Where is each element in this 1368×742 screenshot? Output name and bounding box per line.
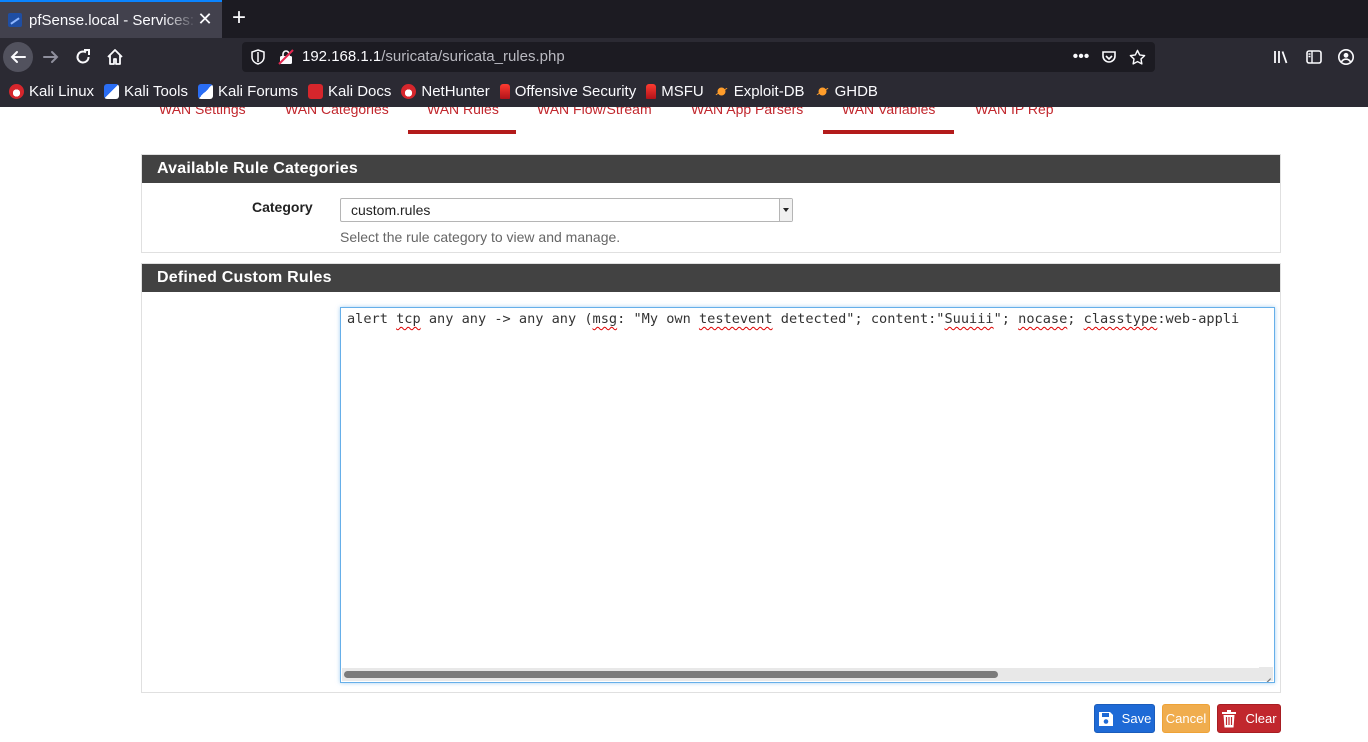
reload-icon [76,49,90,64]
url-actions: ••• [1069,46,1149,68]
active-tab-indicator [408,130,516,134]
reload-button[interactable] [68,42,98,72]
bookmark-exploit-db[interactable]: Exploit-DB [713,83,805,100]
bookmark-nethunter[interactable]: NetHunter [401,83,490,100]
tab-wan-ip-rep[interactable]: WAN IP Rep [975,107,1054,117]
tab-wan-settings[interactable]: WAN Settings [159,107,246,117]
tab-wan-rules[interactable]: WAN Rules [427,107,499,117]
save-label: Save [1121,711,1152,726]
bookmark-ghdb[interactable]: GHDB [814,83,878,100]
url-host: 192.168.1.1 [302,48,382,65]
panel-title: Defined Custom Rules [142,264,1280,292]
browser-tab-strip: pfSense.local - Services: S ✕ + [0,0,1368,38]
sidebar-button[interactable] [1299,42,1329,72]
custom-rules-textarea[interactable]: alert tcp any any -> any any (msg: "My o… [340,307,1275,683]
bookmark-label: Kali Forums [217,83,299,100]
save-icon [1098,711,1113,726]
kali-tools-icon [104,84,120,99]
clear-label: Clear [1245,711,1277,726]
msfu-icon [646,84,657,99]
rule-categories-panel: Available Rule Categories Category custo… [141,154,1281,253]
clear-button[interactable]: Clear [1217,704,1281,733]
bookmark-kali-linux[interactable]: Kali Linux [9,83,94,100]
bookmark-label: Offensive Security [514,83,637,100]
browser-navigation-bar: 192.168.1.1/suricata/suricata_rules.php … [0,38,1368,76]
insecure-lock-icon[interactable] [278,49,294,65]
home-icon [107,49,123,65]
kali-dragon-icon [9,84,24,99]
back-button[interactable] [3,42,33,72]
tracking-shield-icon[interactable] [250,49,266,65]
bookmark-label: Kali Tools [124,83,188,100]
offsec-icon [499,84,510,99]
tab-wan-categories[interactable]: WAN Categories [285,107,389,117]
cancel-button[interactable]: Cancel [1162,704,1210,733]
category-selected-value: custom.rules [351,202,431,218]
kali-docs-icon [308,84,324,99]
bookmark-label: Exploit-DB [733,83,805,100]
ghdb-icon [814,84,830,99]
bookmark-kali-docs[interactable]: Kali Docs [308,83,391,100]
account-button[interactable] [1331,42,1361,72]
bookmark-kali-forums[interactable]: Kali Forums [197,83,299,100]
bookmark-label: Kali Docs [328,83,392,100]
forward-button[interactable] [36,42,66,72]
pocket-icon[interactable] [1097,46,1121,68]
exploit-db-icon [713,84,729,99]
category-help-text: Select the rule category to view and man… [340,229,621,245]
rule-line: alert tcp any any -> any any (msg: "My o… [347,311,1240,327]
bookmarks-toolbar: Kali Linux Kali Tools Kali Forums Kali D… [0,76,1368,107]
dropdown-arrow-icon[interactable] [779,199,792,221]
bookmark-label: NetHunter [421,83,490,100]
account-icon [1338,49,1354,65]
kali-forums-icon [197,84,213,99]
bookmark-msfu[interactable]: MSFU [646,83,704,100]
nethunter-icon [401,84,417,99]
interface-subtabs: WAN Settings WAN Categories WAN Rules WA… [141,107,1281,134]
horizontal-scrollbar[interactable] [342,668,1259,681]
library-button[interactable] [1266,42,1296,72]
tab-wan-variables[interactable]: WAN Variables [842,107,935,117]
library-icon [1274,51,1288,64]
home-button[interactable] [100,42,130,72]
bookmark-kali-tools[interactable]: Kali Tools [104,83,188,100]
back-arrow-icon [10,51,26,63]
trash-icon [1222,709,1237,727]
bookmark-label: GHDB [834,83,878,100]
bookmark-label: MSFU [661,83,704,100]
close-tab-icon[interactable]: ✕ [196,10,214,28]
page-actions-icon[interactable]: ••• [1069,46,1093,68]
panel-title: Available Rule Categories [142,155,1280,183]
resize-handle-icon[interactable] [1259,667,1273,681]
browser-tab-active[interactable]: pfSense.local - Services: S ✕ [0,0,222,38]
custom-rules-panel: Defined Custom Rules alert tcp any any -… [141,263,1281,693]
tab-wan-flow-stream[interactable]: WAN Flow/Stream [537,107,652,117]
new-tab-button[interactable]: + [228,5,250,31]
category-select[interactable]: custom.rules [340,198,793,222]
pfsense-favicon-icon [8,13,22,27]
bookmark-offensive-security[interactable]: Offensive Security [499,83,637,100]
url-path: /suricata/suricata_rules.php [381,48,565,65]
tab-title: pfSense.local - Services: S [29,11,197,29]
tab-wan-app-parsers[interactable]: WAN App Parsers [691,107,803,117]
address-bar[interactable]: 192.168.1.1/suricata/suricata_rules.php … [242,42,1155,72]
category-label: Category [252,199,313,215]
bookmark-star-icon[interactable] [1125,46,1149,68]
cancel-label: Cancel [1165,711,1207,726]
sidebar-icon [1306,50,1322,64]
bookmark-label: Kali Linux [29,83,95,100]
forward-arrow-icon [43,51,59,63]
scrollbar-thumb[interactable] [344,671,998,678]
active-tab-indicator [823,130,954,134]
save-button[interactable]: Save [1094,704,1155,733]
url-text[interactable]: 192.168.1.1/suricata/suricata_rules.php [302,48,565,65]
